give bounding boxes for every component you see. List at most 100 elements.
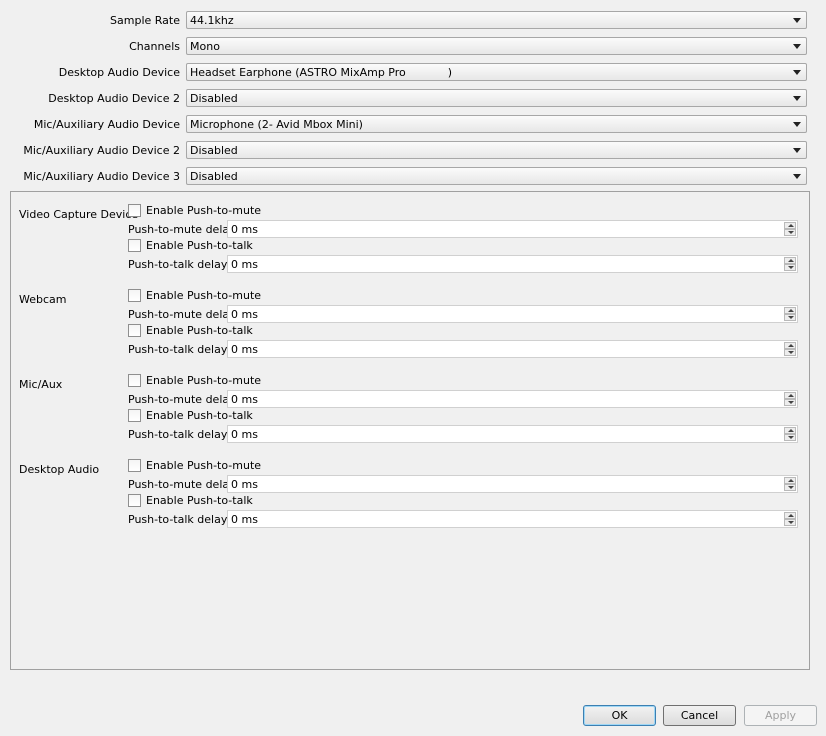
source-label-mic-aux: Mic/Aux xyxy=(19,378,63,391)
channels-value: Mono xyxy=(190,40,220,53)
mic-aux-device-label: Mic/Auxiliary Audio Device xyxy=(33,118,180,131)
push-to-mute-label: Enable Push-to-mute xyxy=(146,204,262,217)
push-to-talk-label: Enable Push-to-talk xyxy=(146,409,253,422)
push-to-mute-delay-value: 0 ms xyxy=(231,478,258,491)
spin-up-arrow-icon[interactable] xyxy=(784,512,796,519)
desktop-audio-device-row: Desktop Audio Device Headset Earphone (A… xyxy=(0,63,826,83)
spin-down-arrow-icon[interactable] xyxy=(784,399,796,406)
push-to-mute-delay-label: Push-to-mute delay xyxy=(128,223,236,236)
push-to-mute-delay-value: 0 ms xyxy=(231,223,258,236)
push-to-talk-delay-spinbox-mic-aux[interactable]: 0 ms xyxy=(227,425,798,443)
mic-aux-device-2-value: Disabled xyxy=(190,144,238,157)
push-to-talk-label: Enable Push-to-talk xyxy=(146,239,253,252)
chevron-down-icon xyxy=(793,122,801,127)
push-to-mute-delay-spinbox-video-capture[interactable]: 0 ms xyxy=(227,220,798,238)
sample-rate-row: Sample Rate 44.1khz xyxy=(0,11,826,31)
spin-down-arrow-icon[interactable] xyxy=(784,519,796,526)
spin-down-arrow-icon[interactable] xyxy=(784,434,796,441)
push-to-mute-delay-label: Push-to-mute delay xyxy=(128,478,236,491)
spin-up-arrow-icon[interactable] xyxy=(784,222,796,229)
spin-buttons[interactable] xyxy=(784,342,796,356)
channels-select[interactable]: Mono xyxy=(186,37,807,55)
push-to-mute-delay-value: 0 ms xyxy=(231,308,258,321)
spin-down-arrow-icon[interactable] xyxy=(784,229,796,236)
checkbox-box[interactable] xyxy=(128,324,141,337)
push-to-talk-delay-spinbox-webcam[interactable]: 0 ms xyxy=(227,340,798,358)
source-label-desktop-audio: Desktop Audio xyxy=(19,463,100,476)
desktop-audio-device-label: Desktop Audio Device xyxy=(58,66,180,79)
mic-aux-device-3-label: Mic/Auxiliary Audio Device 3 xyxy=(23,170,180,183)
desktop-audio-device-select[interactable]: Headset Earphone (ASTRO MixAmp Pro ) xyxy=(186,63,807,81)
channels-label: Channels xyxy=(129,40,180,53)
push-to-mute-label: Enable Push-to-mute xyxy=(146,459,262,472)
push-to-mute-delay-spinbox-webcam[interactable]: 0 ms xyxy=(227,305,798,323)
apply-button[interactable]: Apply xyxy=(744,705,817,726)
checkbox-box[interactable] xyxy=(128,239,141,252)
mic-aux-device-2-label: Mic/Auxiliary Audio Device 2 xyxy=(23,144,180,157)
spin-buttons[interactable] xyxy=(784,427,796,441)
push-to-mute-delay-label: Push-to-mute delay xyxy=(128,308,236,321)
push-to-talk-delay-label: Push-to-talk delay xyxy=(128,343,228,356)
mic-aux-device-3-select[interactable]: Disabled xyxy=(186,167,807,185)
checkbox-box[interactable] xyxy=(128,494,141,507)
chevron-down-icon xyxy=(793,174,801,179)
checkbox-box[interactable] xyxy=(128,374,141,387)
desktop-audio-device-2-row: Desktop Audio Device 2 Disabled xyxy=(0,89,826,109)
sample-rate-select[interactable]: 44.1khz xyxy=(186,11,807,29)
spin-up-arrow-icon[interactable] xyxy=(784,427,796,434)
push-to-talk-delay-value: 0 ms xyxy=(231,513,258,526)
spin-down-arrow-icon[interactable] xyxy=(784,314,796,321)
spin-up-arrow-icon[interactable] xyxy=(784,257,796,264)
mic-aux-device-3-row: Mic/Auxiliary Audio Device 3 Disabled xyxy=(0,167,826,187)
checkbox-box[interactable] xyxy=(128,204,141,217)
push-to-mute-delay-spinbox-desktop-audio[interactable]: 0 ms xyxy=(227,475,798,493)
cancel-button[interactable]: Cancel xyxy=(663,705,736,726)
sample-rate-label: Sample Rate xyxy=(110,14,180,27)
checkbox-box[interactable] xyxy=(128,289,141,302)
spin-buttons[interactable] xyxy=(784,392,796,406)
chevron-down-icon xyxy=(793,148,801,153)
mic-aux-device-select[interactable]: Microphone (2- Avid Mbox Mini) xyxy=(186,115,807,133)
push-to-talk-delay-label: Push-to-talk delay xyxy=(128,428,228,441)
spin-buttons[interactable] xyxy=(784,222,796,236)
desktop-audio-device-2-select[interactable]: Disabled xyxy=(186,89,807,107)
ok-button[interactable]: OK xyxy=(583,705,656,726)
push-to-mute-label: Enable Push-to-mute xyxy=(146,289,262,302)
mic-aux-device-value: Microphone (2- Avid Mbox Mini) xyxy=(190,118,363,131)
push-to-mute-label: Enable Push-to-mute xyxy=(146,374,262,387)
spin-down-arrow-icon[interactable] xyxy=(784,484,796,491)
push-to-mute-delay-spinbox-mic-aux[interactable]: 0 ms xyxy=(227,390,798,408)
spin-down-arrow-icon[interactable] xyxy=(784,264,796,271)
spin-up-arrow-icon[interactable] xyxy=(784,477,796,484)
spin-buttons[interactable] xyxy=(784,307,796,321)
chevron-down-icon xyxy=(793,96,801,101)
checkbox-box[interactable] xyxy=(128,459,141,472)
spin-up-arrow-icon[interactable] xyxy=(784,307,796,314)
mic-aux-device-row: Mic/Auxiliary Audio Device Microphone (2… xyxy=(0,115,826,135)
desktop-audio-device-value: Headset Earphone (ASTRO MixAmp Pro ) xyxy=(190,66,452,79)
spin-buttons[interactable] xyxy=(784,477,796,491)
push-to-mute-delay-value: 0 ms xyxy=(231,393,258,406)
spin-up-arrow-icon[interactable] xyxy=(784,342,796,349)
push-to-talk-delay-value: 0 ms xyxy=(231,343,258,356)
spin-down-arrow-icon[interactable] xyxy=(784,349,796,356)
push-to-talk-delay-spinbox-video-capture[interactable]: 0 ms xyxy=(227,255,798,273)
chevron-down-icon xyxy=(793,44,801,49)
push-to-mute-delay-label: Push-to-mute delay xyxy=(128,393,236,406)
checkbox-box[interactable] xyxy=(128,409,141,422)
source-label-video-capture-device: Video Capture Device xyxy=(19,208,139,221)
mic-aux-device-2-row: Mic/Auxiliary Audio Device 2 Disabled xyxy=(0,141,826,161)
spin-up-arrow-icon[interactable] xyxy=(784,392,796,399)
chevron-down-icon xyxy=(793,18,801,23)
push-to-talk-delay-label: Push-to-talk delay xyxy=(128,513,228,526)
desktop-audio-device-2-label: Desktop Audio Device 2 xyxy=(48,92,180,105)
push-to-talk-delay-spinbox-desktop-audio[interactable]: 0 ms xyxy=(227,510,798,528)
push-to-talk-label: Enable Push-to-talk xyxy=(146,324,253,337)
mic-aux-device-3-value: Disabled xyxy=(190,170,238,183)
spin-buttons[interactable] xyxy=(784,512,796,526)
sample-rate-value: 44.1khz xyxy=(190,14,234,27)
push-to-talk-delay-label: Push-to-talk delay xyxy=(128,258,228,271)
chevron-down-icon xyxy=(793,70,801,75)
mic-aux-device-2-select[interactable]: Disabled xyxy=(186,141,807,159)
spin-buttons[interactable] xyxy=(784,257,796,271)
